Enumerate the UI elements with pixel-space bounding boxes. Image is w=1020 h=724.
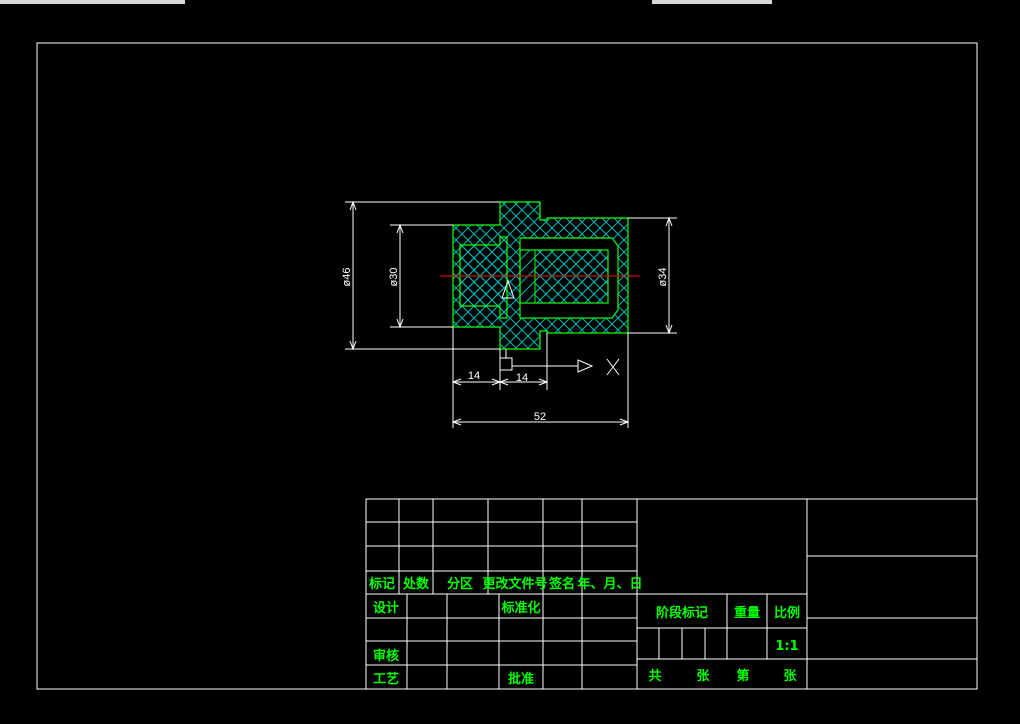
drawing-border xyxy=(36,42,978,690)
part-section-view xyxy=(440,201,640,350)
tb-sheet: 张 xyxy=(783,669,797,684)
axis-label: X xyxy=(609,364,617,376)
tb-scale-value: 1:1 xyxy=(775,639,798,654)
tb-process: 工艺 xyxy=(373,671,399,687)
tb-total: 共 xyxy=(648,668,661,684)
dim-len-mid: 14 xyxy=(516,372,528,384)
tb-scale: 比例 xyxy=(774,605,800,621)
left-bore-outline xyxy=(459,236,508,319)
tb-doc: 更改文件号 xyxy=(482,576,547,592)
dim-dia-outer: ø46 xyxy=(341,268,353,287)
dim-len-total: 52 xyxy=(534,411,546,423)
tb-weight: 重量 xyxy=(734,605,760,621)
tb-mark: 标记 xyxy=(368,576,395,592)
tb-stage-mark: 阶段标记 xyxy=(656,605,708,621)
dim-dia-right: ø34 xyxy=(657,268,669,287)
tb-zone: 分区 xyxy=(447,576,473,592)
tb-sheets: 张 xyxy=(696,669,710,684)
title-block-grid xyxy=(365,498,978,690)
tb-standardize: 标准化 xyxy=(500,600,540,616)
tb-approve: 批准 xyxy=(508,671,534,687)
tb-date: 年、月、日 xyxy=(577,576,642,592)
tb-design: 设计 xyxy=(373,600,399,616)
tb-number: 第 xyxy=(736,668,749,684)
tb-review: 审核 xyxy=(373,648,399,664)
dim-dia-bore: ø30 xyxy=(388,268,400,287)
drawing-canvas[interactable]: ø46 ø30 ø34 14 14 52 标记 处数 分区 更改文件号 签名 年… xyxy=(0,0,1020,724)
tb-count: 处数 xyxy=(402,576,430,592)
dim-len-left: 14 xyxy=(468,370,480,382)
tb-sign: 签名 xyxy=(548,576,575,592)
